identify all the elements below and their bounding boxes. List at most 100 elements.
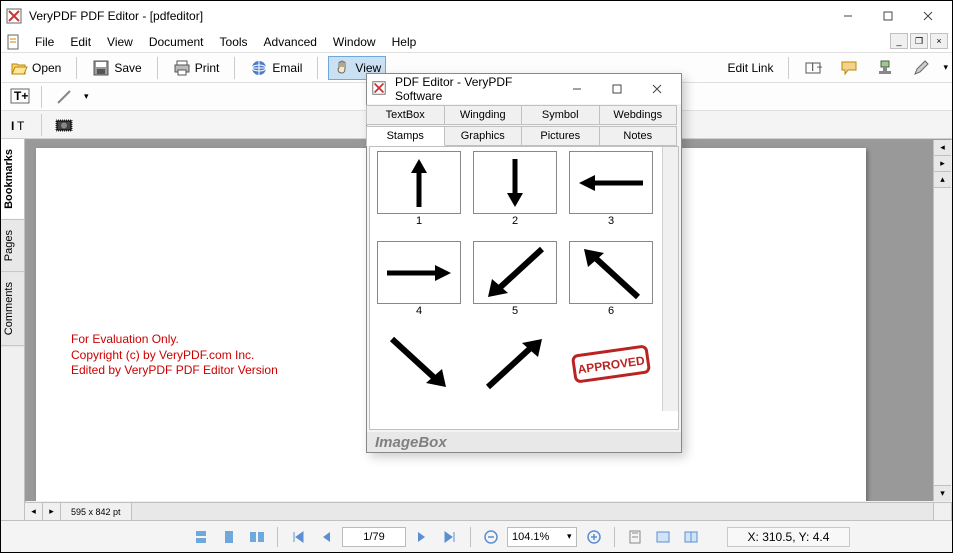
stamp-arrow-diag-dr[interactable] <box>377 331 461 395</box>
vertical-scrollbar[interactable]: ◂ ▸ ▴ ▾ <box>933 140 951 501</box>
scroll-left-icon[interactable]: ◂ <box>934 140 951 156</box>
mdi-close[interactable]: × <box>930 33 948 49</box>
menu-edit[interactable]: Edit <box>62 33 99 51</box>
sb-facing-icon[interactable] <box>245 525 269 549</box>
tab-textbox[interactable]: TextBox <box>366 105 445 125</box>
tab-notes[interactable]: Notes <box>599 126 678 146</box>
popup-app-icon <box>371 80 389 98</box>
sb-single-page-icon[interactable] <box>217 525 241 549</box>
menu-help[interactable]: Help <box>384 33 425 51</box>
line-dropdown-icon[interactable]: ▾ <box>84 91 89 102</box>
stamp-arrow-up[interactable] <box>377 151 461 214</box>
tab-webdings[interactable]: Webdings <box>599 105 678 125</box>
save-icon <box>92 59 110 77</box>
stamp-icon <box>876 59 894 77</box>
svg-text:T+: T+ <box>809 60 822 74</box>
popup-title: PDF Editor - VeryPDF Software <box>395 75 557 103</box>
line-tool[interactable] <box>50 85 78 109</box>
last-page-button[interactable] <box>438 525 462 549</box>
tab-graphics[interactable]: Graphics <box>444 126 523 146</box>
mdi-minimize[interactable]: _ <box>890 33 908 49</box>
prev-page-button[interactable] <box>314 525 338 549</box>
text-box-tool[interactable]: T+ <box>799 56 827 80</box>
popup-footer: ImageBox <box>367 432 681 452</box>
menu-file[interactable]: File <box>27 33 62 51</box>
menu-view[interactable]: View <box>99 33 141 51</box>
minimize-button[interactable] <box>828 1 868 31</box>
stamp-arrow-down[interactable] <box>473 151 557 214</box>
sidebar-tab-bookmarks[interactable]: Bookmarks <box>1 139 24 220</box>
app-icon <box>5 7 23 25</box>
text-tool[interactable]: T+ <box>5 85 33 109</box>
snapshot-tool[interactable] <box>50 113 78 137</box>
page-number-field[interactable] <box>342 527 406 547</box>
page-dimensions: 595 x 842 pt <box>61 503 132 520</box>
menu-advanced[interactable]: Advanced <box>256 33 325 51</box>
hscroll-left-icon[interactable]: ◂ <box>25 503 43 520</box>
edit-link-button[interactable]: Edit Link <box>722 58 778 78</box>
stamp-arrow-diag-dl[interactable] <box>473 241 557 304</box>
close-button[interactable] <box>908 1 948 31</box>
tab-stamps[interactable]: Stamps <box>366 126 445 146</box>
sidebar-tab-comments[interactable]: Comments <box>1 272 24 346</box>
email-icon <box>250 59 268 77</box>
stamp-arrow-diag-ur[interactable] <box>473 331 557 395</box>
svg-text:T: T <box>17 119 25 133</box>
stamp-arrow-left[interactable] <box>569 151 653 214</box>
maximize-button[interactable] <box>868 1 908 31</box>
scroll-down-icon[interactable]: ▾ <box>934 485 951 501</box>
fit-page-button[interactable] <box>623 525 647 549</box>
menu-window[interactable]: Window <box>325 33 384 51</box>
text-select-tool[interactable]: IT <box>5 113 33 137</box>
dropdown-arrow-icon[interactable]: ▾ <box>943 62 948 73</box>
svg-text:T+: T+ <box>14 89 28 103</box>
popup-scrollbar[interactable] <box>662 147 678 411</box>
tab-pictures[interactable]: Pictures <box>521 126 600 146</box>
print-button[interactable]: Print <box>168 56 225 80</box>
email-button[interactable]: Email <box>245 56 307 80</box>
comment-tool[interactable] <box>835 56 863 80</box>
mdi-restore[interactable]: ❐ <box>910 33 928 49</box>
line-icon <box>55 88 73 106</box>
tab-symbol[interactable]: Symbol <box>521 105 600 125</box>
popup-minimize-button[interactable] <box>557 74 597 104</box>
open-icon <box>10 59 28 77</box>
scroll-up-icon[interactable]: ▴ <box>934 172 951 188</box>
comment-icon <box>840 59 858 77</box>
scroll-right-icon[interactable]: ▸ <box>934 156 951 172</box>
sidebar-tab-pages[interactable]: Pages <box>1 220 24 272</box>
popup-close-button[interactable] <box>637 74 677 104</box>
open-button[interactable]: Open <box>5 56 66 80</box>
horizontal-scroll-row: ◂ ▸ 595 x 842 pt <box>25 502 952 520</box>
hscroll-track[interactable] <box>132 503 934 520</box>
save-button[interactable]: Save <box>87 56 146 80</box>
first-page-button[interactable] <box>286 525 310 549</box>
popup-tabs-row2: Stamps Graphics Pictures Notes <box>367 125 681 146</box>
menu-tools[interactable]: Tools <box>212 33 256 51</box>
stamp-tool[interactable] <box>871 56 899 80</box>
stamp-arrow-diag-ul[interactable] <box>569 241 653 304</box>
stamp-arrow-right[interactable] <box>377 241 461 304</box>
hscroll-right-icon[interactable]: ▸ <box>43 503 61 520</box>
sb-continuous-icon[interactable] <box>189 525 213 549</box>
zoom-dropdown-icon[interactable]: ▾ <box>567 531 572 542</box>
menu-document[interactable]: Document <box>141 33 212 51</box>
doc-icon <box>5 33 23 51</box>
zoom-in-button[interactable] <box>582 525 606 549</box>
camera-icon <box>55 116 73 134</box>
text-icon: T+ <box>10 88 28 106</box>
zoom-out-button[interactable] <box>479 525 503 549</box>
popup-maximize-button[interactable] <box>597 74 637 104</box>
evaluation-watermark: For Evaluation Only. Copyright (c) by Ve… <box>71 332 278 379</box>
fit-visible-button[interactable] <box>679 525 703 549</box>
stamp-approved[interactable]: APPROVED <box>569 331 653 395</box>
side-panel-tabs: Bookmarks Pages Comments <box>1 139 25 520</box>
stamp-grid: 1 2 3 4 5 6 APPROVED <box>370 147 678 411</box>
fit-width-button[interactable] <box>651 525 675 549</box>
tab-wingding[interactable]: Wingding <box>444 105 523 125</box>
next-page-button[interactable] <box>410 525 434 549</box>
popup-title-bar[interactable]: PDF Editor - VeryPDF Software <box>367 74 681 104</box>
pencil-tool[interactable] <box>907 56 935 80</box>
hand-icon <box>333 59 351 77</box>
popup-body: 1 2 3 4 5 6 APPROVED <box>369 146 679 430</box>
